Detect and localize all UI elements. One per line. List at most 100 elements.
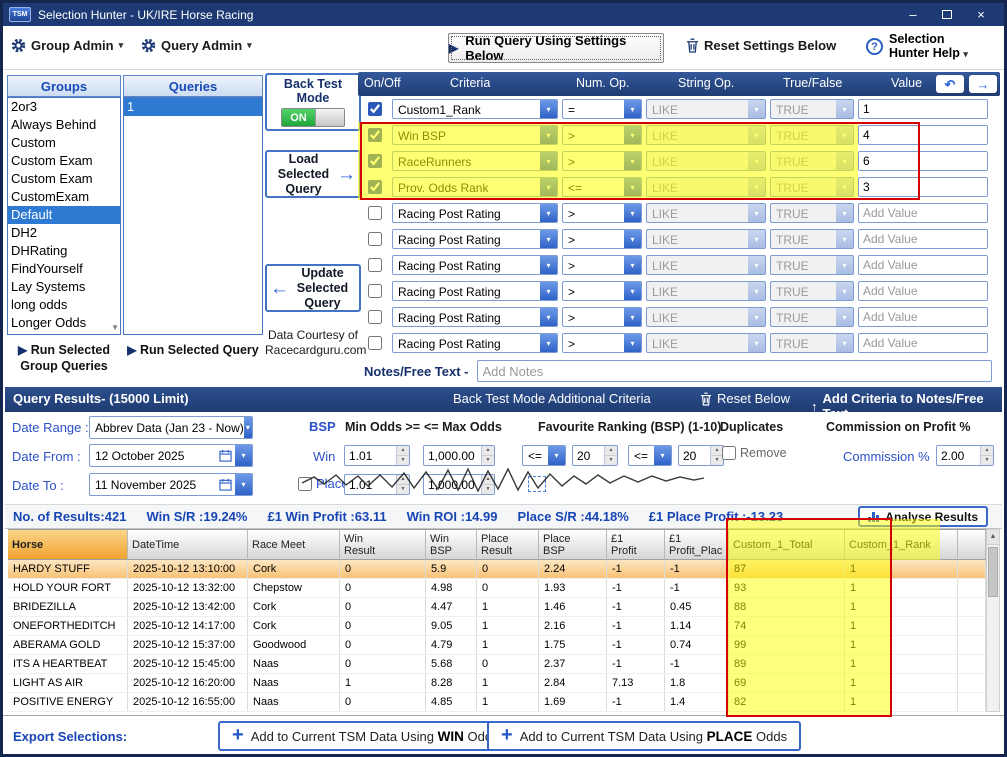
table-row[interactable]: ITS A HEARTBEAT 2025-10-12 15:45:00 Naas… <box>8 655 986 674</box>
undo-button[interactable]: ↶ <box>936 75 964 93</box>
criteria-select[interactable]: Racing Post Rating ▾ <box>392 333 558 353</box>
group-item[interactable]: Lay Systems <box>8 278 120 296</box>
scroll-down-icon[interactable]: ▼ <box>111 323 119 332</box>
chevron-down-icon[interactable]: ▾ <box>235 445 252 466</box>
analyse-results-button[interactable]: Analyse Results <box>858 506 988 527</box>
chevron-down-icon[interactable]: ▾ <box>540 282 557 300</box>
column-header[interactable]: £1 Profit_Plac <box>665 530 729 560</box>
num-op-select[interactable]: > ▾ <box>562 333 642 353</box>
criteria-onoff-checkbox[interactable] <box>368 154 382 168</box>
criteria-select[interactable]: Custom1_Rank ▾ <box>392 99 558 119</box>
group-item[interactable]: FindYourself <box>8 260 120 278</box>
chevron-down-icon[interactable]: ▾ <box>540 334 557 352</box>
criteria-onoff-checkbox[interactable] <box>368 102 382 116</box>
num-op-select[interactable]: > ▾ <box>562 151 642 171</box>
table-scrollbar[interactable]: ▲ <box>986 529 1000 712</box>
criteria-value-input[interactable] <box>858 177 988 197</box>
chevron-down-icon[interactable]: ▾ <box>540 126 557 144</box>
run-group-queries-button[interactable]: ▶ Run Selected Group Queries <box>7 342 121 374</box>
reset-below-button[interactable]: Reset Below <box>700 391 790 406</box>
column-header[interactable]: Win BSP <box>426 530 477 560</box>
column-header[interactable]: Win Result <box>340 530 426 560</box>
group-item[interactable]: Default <box>8 206 120 224</box>
num-op-select[interactable]: > ▾ <box>562 125 642 145</box>
group-item[interactable]: Always Behind <box>8 116 120 134</box>
group-item[interactable]: long odds <box>8 296 120 314</box>
chevron-down-icon[interactable]: ▾ <box>624 334 641 352</box>
column-header[interactable]: Race Meet <box>248 530 340 560</box>
criteria-value-input[interactable] <box>858 333 988 353</box>
groups-list[interactable]: 2or3 Always Behind Custom Custom Exam Cu… <box>7 97 121 335</box>
criteria-select[interactable]: Racing Post Rating ▾ <box>392 307 558 327</box>
win-max-odds-spinner[interactable]: 1,000.00 ▲▼ <box>423 445 495 466</box>
chevron-down-icon[interactable]: ▾ <box>624 256 641 274</box>
chevron-down-icon[interactable]: ▾ <box>540 204 557 222</box>
table-row[interactable]: HARDY STUFF 2025-10-12 13:10:00 Cork 0 5… <box>8 560 986 579</box>
table-row[interactable]: ABERAMA GOLD 2025-10-12 15:37:00 Goodwoo… <box>8 636 986 655</box>
redo-button[interactable]: → <box>969 75 997 93</box>
win-min-odds-spinner[interactable]: 1.01 ▲▼ <box>344 445 410 466</box>
chevron-down-icon[interactable]: ▾ <box>244 417 252 438</box>
group-item[interactable]: Longer Odds <box>8 314 120 332</box>
add-win-odds-button[interactable]: + Add to Current TSM Data Using WIN Odds <box>218 721 513 751</box>
table-row[interactable]: LIGHT AS AIR 2025-10-12 16:20:00 Naas 1 … <box>8 674 986 693</box>
num-op-select[interactable]: = ▾ <box>562 99 642 119</box>
query-item[interactable]: 1 <box>124 98 262 116</box>
load-selected-query-button[interactable]: Load Selected Query → <box>265 150 361 198</box>
run-selected-query-button[interactable]: ▶ Run Selected Query <box>123 342 263 358</box>
group-admin-menu[interactable]: Group Admin ▾ <box>11 38 123 53</box>
criteria-select[interactable]: Racing Post Rating ▾ <box>392 229 558 249</box>
chevron-down-icon[interactable]: ▾ <box>624 178 641 196</box>
criteria-select[interactable]: Racing Post Rating ▾ <box>392 255 558 275</box>
criteria-select[interactable]: Win BSP ▾ <box>392 125 558 145</box>
column-header[interactable]: £1 Profit <box>607 530 665 560</box>
reset-settings-button[interactable]: Reset Settings Below <box>686 38 836 53</box>
criteria-onoff-checkbox[interactable] <box>368 284 382 298</box>
num-op-select[interactable]: > ▾ <box>562 255 642 275</box>
num-op-select[interactable]: > ▾ <box>562 281 642 301</box>
criteria-onoff-checkbox[interactable] <box>368 258 382 272</box>
criteria-value-input[interactable] <box>858 281 988 301</box>
criteria-select[interactable]: Racing Post Rating ▾ <box>392 281 558 301</box>
maximize-button[interactable] <box>930 3 964 26</box>
remove-duplicates-checkbox[interactable] <box>722 446 736 460</box>
date-to-picker[interactable]: 11 November 2025 ▾ <box>89 473 253 496</box>
chevron-down-icon[interactable]: ▾ <box>540 100 557 118</box>
column-header[interactable]: Place BSP <box>539 530 607 560</box>
chevron-down-icon[interactable]: ▾ <box>654 446 671 465</box>
chevron-down-icon[interactable]: ▾ <box>624 100 641 118</box>
place-checkbox[interactable] <box>298 477 312 491</box>
criteria-onoff-checkbox[interactable] <box>368 206 382 220</box>
criteria-value-input[interactable] <box>858 151 988 171</box>
back-test-toggle[interactable]: ON <box>281 108 345 127</box>
commission-spinner[interactable]: 2.00 ▲▼ <box>936 445 994 466</box>
add-place-odds-button[interactable]: + Add to Current TSM Data Using PLACE Od… <box>487 721 801 751</box>
place-max-odds-spinner[interactable]: 1,000.00 ▲▼ <box>423 474 495 495</box>
update-selected-query-button[interactable]: ← Update Selected Query <box>265 264 361 312</box>
num-op-select[interactable]: <= ▾ <box>562 177 642 197</box>
criteria-select[interactable]: Racing Post Rating ▾ <box>392 203 558 223</box>
fav-low-spinner[interactable]: 20 ▲▼ <box>572 445 618 466</box>
chevron-down-icon[interactable]: ▾ <box>540 230 557 248</box>
chevron-down-icon[interactable]: ▾ <box>624 308 641 326</box>
criteria-value-input[interactable] <box>858 125 988 145</box>
chevron-down-icon[interactable]: ▾ <box>624 230 641 248</box>
criteria-value-input[interactable] <box>858 229 988 249</box>
num-op-select[interactable]: > ▾ <box>562 229 642 249</box>
group-item[interactable]: Custom Exam <box>8 170 120 188</box>
chevron-down-icon[interactable]: ▾ <box>235 474 252 495</box>
fav-op-high-select[interactable]: <= ▾ <box>628 445 672 466</box>
chevron-down-icon[interactable]: ▾ <box>540 308 557 326</box>
chevron-down-icon[interactable]: ▾ <box>624 152 641 170</box>
table-row[interactable]: HOLD YOUR FORT 2025-10-12 13:32:00 Cheps… <box>8 579 986 598</box>
group-item[interactable]: Custom <box>8 134 120 152</box>
fav-high-spinner[interactable]: 20 ▲▼ <box>678 445 724 466</box>
criteria-onoff-checkbox[interactable] <box>368 180 382 194</box>
group-item[interactable]: DH2 <box>8 224 120 242</box>
table-row[interactable]: BRIDEZILLA 2025-10-12 13:42:00 Cork 0 4.… <box>8 598 986 617</box>
date-range-select[interactable]: Abbrev Data (Jan 23 - Now) ▾ <box>89 416 253 439</box>
chevron-down-icon[interactable]: ▾ <box>540 178 557 196</box>
column-header[interactable]: Custom_1_Total <box>729 530 845 560</box>
chevron-down-icon[interactable]: ▾ <box>540 256 557 274</box>
help-menu[interactable]: ? Selection Hunter Help ▾ <box>866 32 968 61</box>
